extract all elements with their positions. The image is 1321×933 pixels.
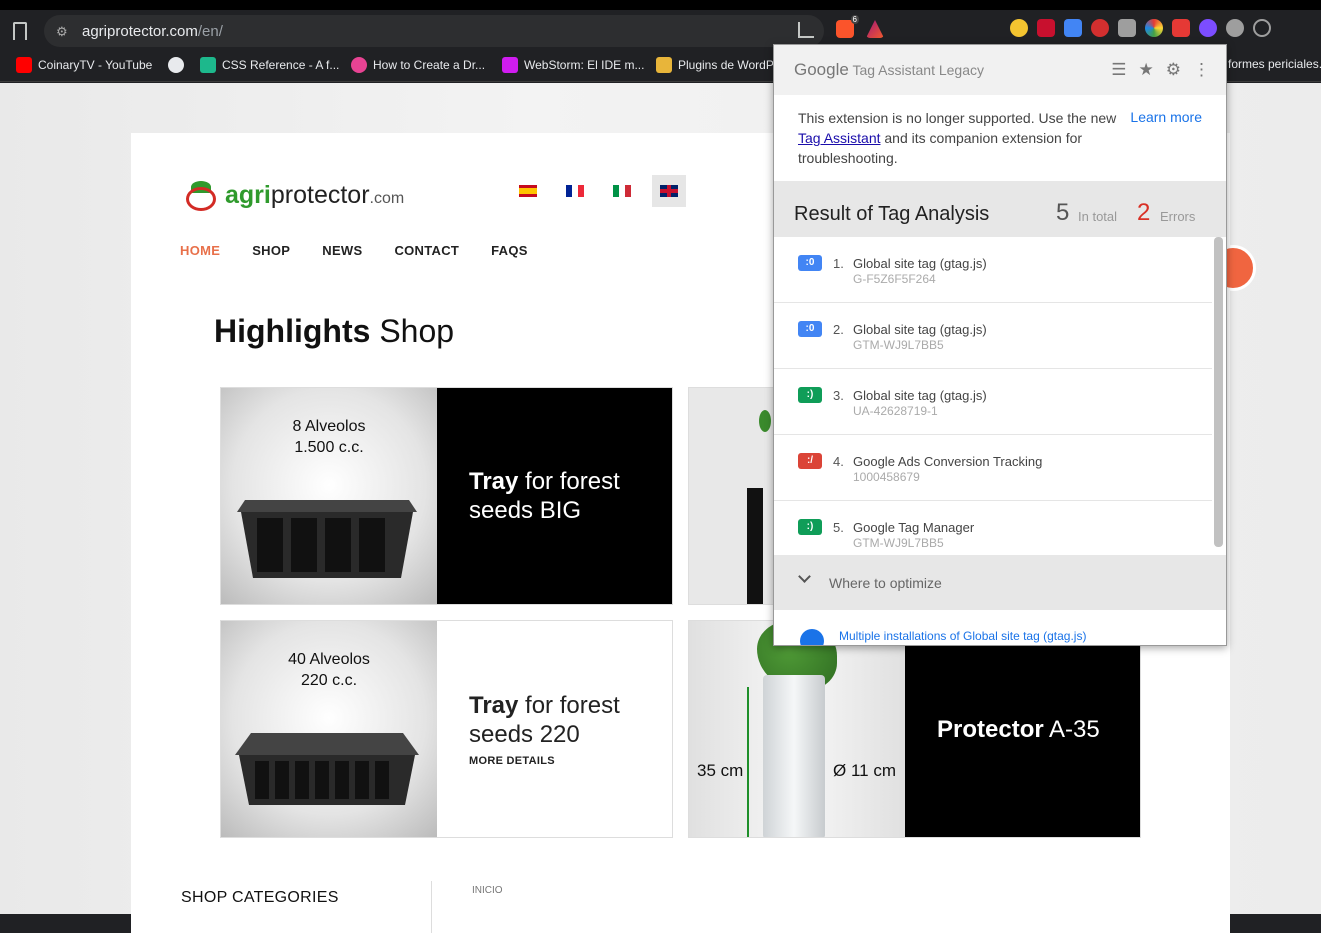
product-info: Tray for forest seeds 220 MORE DETAILS (437, 621, 672, 837)
tag-row[interactable]: :) 3. Global site tag (gtag.js) UA-42628… (774, 369, 1212, 435)
share-icon[interactable] (798, 22, 814, 38)
webstorm-icon (502, 57, 518, 73)
product-title: Tray for forest seeds BIG (469, 468, 620, 524)
extension-translate-icon[interactable] (1064, 19, 1082, 37)
where-to-optimize-header[interactable]: Where to optimize (774, 555, 1226, 610)
flag-uk-icon[interactable] (652, 175, 686, 207)
page-title: Highlights Shop (214, 313, 455, 349)
asterisk-icon (351, 57, 367, 73)
popup-header: Google Tag Assistant Legacy ☰ ★ ⚙ ⋮ (774, 45, 1226, 95)
deprecation-notice: This extension is no longer supported. U… (774, 95, 1226, 181)
popup-brand: Google Tag Assistant Legacy (794, 60, 984, 79)
height-label: 35 cm (697, 761, 744, 780)
brave-shields-icon[interactable]: 6 (836, 15, 859, 38)
flag-spain-icon[interactable] (511, 175, 545, 207)
product-image: 40 Alveolos 220 c.c. (221, 621, 437, 837)
bookmark-item[interactable]: Plugins de WordP... (656, 57, 782, 73)
product-image: 8 Alveolos 1.500 c.c. (221, 388, 437, 604)
total-count: 5 (1056, 199, 1070, 226)
tag-status-icon: :0 (798, 255, 822, 271)
product-info: Tray for forest seeds BIG (437, 388, 672, 604)
extension-shield-icon[interactable] (1037, 19, 1055, 37)
tag-status-icon: :) (798, 387, 822, 403)
tag-assistant-link[interactable]: Tag Assistant (798, 130, 881, 146)
product-card[interactable]: 40 Alveolos 220 c.c. Tray for forest seed… (220, 620, 673, 838)
error-count: 2 (1137, 199, 1151, 226)
product-card[interactable]: 35 cm Ø 11 cm Protector A-35 (688, 620, 1141, 838)
folder-icon (656, 57, 672, 73)
extension-font-icon[interactable] (1118, 19, 1136, 37)
extension-database-icon[interactable] (1226, 19, 1244, 37)
info-icon (800, 629, 824, 645)
result-title: Result of Tag Analysis (794, 203, 990, 225)
tag-status-icon: :/ (798, 453, 822, 469)
css-reference-icon (200, 57, 216, 73)
tag-row[interactable]: :0 1. Global site tag (gtag.js) G-F5Z6F5… (774, 237, 1212, 303)
nav-faqs[interactable]: FAQS (491, 243, 528, 258)
bookmark-item[interactable]: CoinaryTV - YouTube (16, 57, 152, 73)
nav-home[interactable]: HOME (180, 243, 220, 258)
site-logo[interactable]: agriprotector.com (183, 177, 404, 213)
bookmark-item[interactable]: formes periciales. (1228, 57, 1321, 71)
diameter-label: Ø 11 cm (833, 761, 896, 780)
more-vert-icon[interactable]: ⋮ (1193, 61, 1210, 79)
bookmark-item[interactable]: CSS Reference - A f... (200, 57, 339, 73)
product-title: Tray for forest seeds 220 (469, 692, 620, 748)
extension-loading-icon[interactable] (1253, 19, 1271, 37)
product-info: Protector A-35 (905, 621, 1140, 837)
tag-status-icon: :0 (798, 321, 822, 337)
height-arrow (747, 687, 749, 837)
extension-puzzle-icon[interactable] (1199, 19, 1217, 37)
protector-tube (763, 675, 825, 837)
nav-news[interactable]: NEWS (322, 243, 362, 258)
window-top-strip (0, 0, 1321, 10)
url-text[interactable]: agriprotector.com/en/ (82, 23, 223, 40)
shop-categories-heading: SHOP CATEGORIES (181, 889, 339, 906)
seed-tray-icon (237, 500, 417, 578)
nav-contact[interactable]: CONTACT (394, 243, 459, 258)
youtube-icon (16, 57, 32, 73)
footer-divider (431, 881, 432, 933)
result-summary: Result of Tag Analysis 5 In total 2 Erro… (774, 181, 1226, 237)
address-bar[interactable]: ⚙ agriprotector.com/en/ (44, 15, 824, 47)
tag-list: :0 1. Global site tag (gtag.js) G-F5Z6F5… (774, 237, 1212, 555)
bookmark-item[interactable] (168, 57, 184, 73)
bookmark-icon[interactable] (13, 22, 27, 40)
language-switcher (511, 175, 686, 207)
brave-rewards-icon[interactable] (866, 20, 884, 38)
extension-wappalyzer-icon[interactable] (1010, 19, 1028, 37)
tag-row[interactable]: :) 5. Google Tag Manager GTM-WJ9L7BB5 (774, 501, 1212, 555)
site-info-icon[interactable]: ⚙ (56, 24, 68, 40)
bookmark-item[interactable]: WebStorm: El IDE m... (502, 57, 644, 73)
seed-tray-icon (235, 733, 419, 805)
logo-icon (183, 177, 219, 213)
tag-status-icon: :) (798, 519, 822, 535)
total-label: In total (1078, 209, 1118, 224)
gear-icon[interactable]: ⚙ (1166, 61, 1181, 79)
optimize-item[interactable]: Multiple installations of Global site ta… (774, 610, 1226, 645)
filter-icon[interactable]: ☰ (1111, 61, 1126, 79)
flag-france-icon[interactable] (558, 175, 592, 207)
tag-row[interactable]: :0 2. Global site tag (gtag.js) GTM-WJ9L… (774, 303, 1212, 369)
error-label: Errors (1160, 209, 1196, 224)
product-title: Protector A-35 (937, 715, 1100, 743)
more-details-link[interactable]: MORE DETAILS (469, 755, 672, 767)
product-card[interactable]: 8 Alveolos 1.500 c.c. Tray for forest see… (220, 387, 673, 605)
tag-assistant-popup: Google Tag Assistant Legacy ☰ ★ ⚙ ⋮ This… (773, 44, 1227, 646)
chevron-down-icon (798, 570, 811, 583)
main-nav: HOME SHOP NEWS CONTACT FAQS (180, 243, 528, 258)
product-image: 35 cm Ø 11 cm (689, 621, 905, 837)
bookmark-item[interactable]: How to Create a Dr... (351, 57, 485, 73)
tag-row[interactable]: :/ 4. Google Ads Conversion Tracking 100… (774, 435, 1212, 501)
extension-seo-icon[interactable] (1091, 19, 1109, 37)
flag-italy-icon[interactable] (605, 175, 639, 207)
extension-tag-assistant-icon[interactable] (1172, 19, 1190, 37)
extension-color-icon[interactable] (1145, 19, 1163, 37)
tag-list-scrollbar[interactable] (1214, 237, 1223, 547)
globe-icon (168, 57, 184, 73)
breadcrumb[interactable]: INICIO (472, 885, 503, 896)
learn-more-link[interactable]: Learn more (1130, 109, 1202, 125)
nav-shop[interactable]: SHOP (252, 243, 290, 258)
star-icon[interactable]: ★ (1139, 61, 1154, 79)
